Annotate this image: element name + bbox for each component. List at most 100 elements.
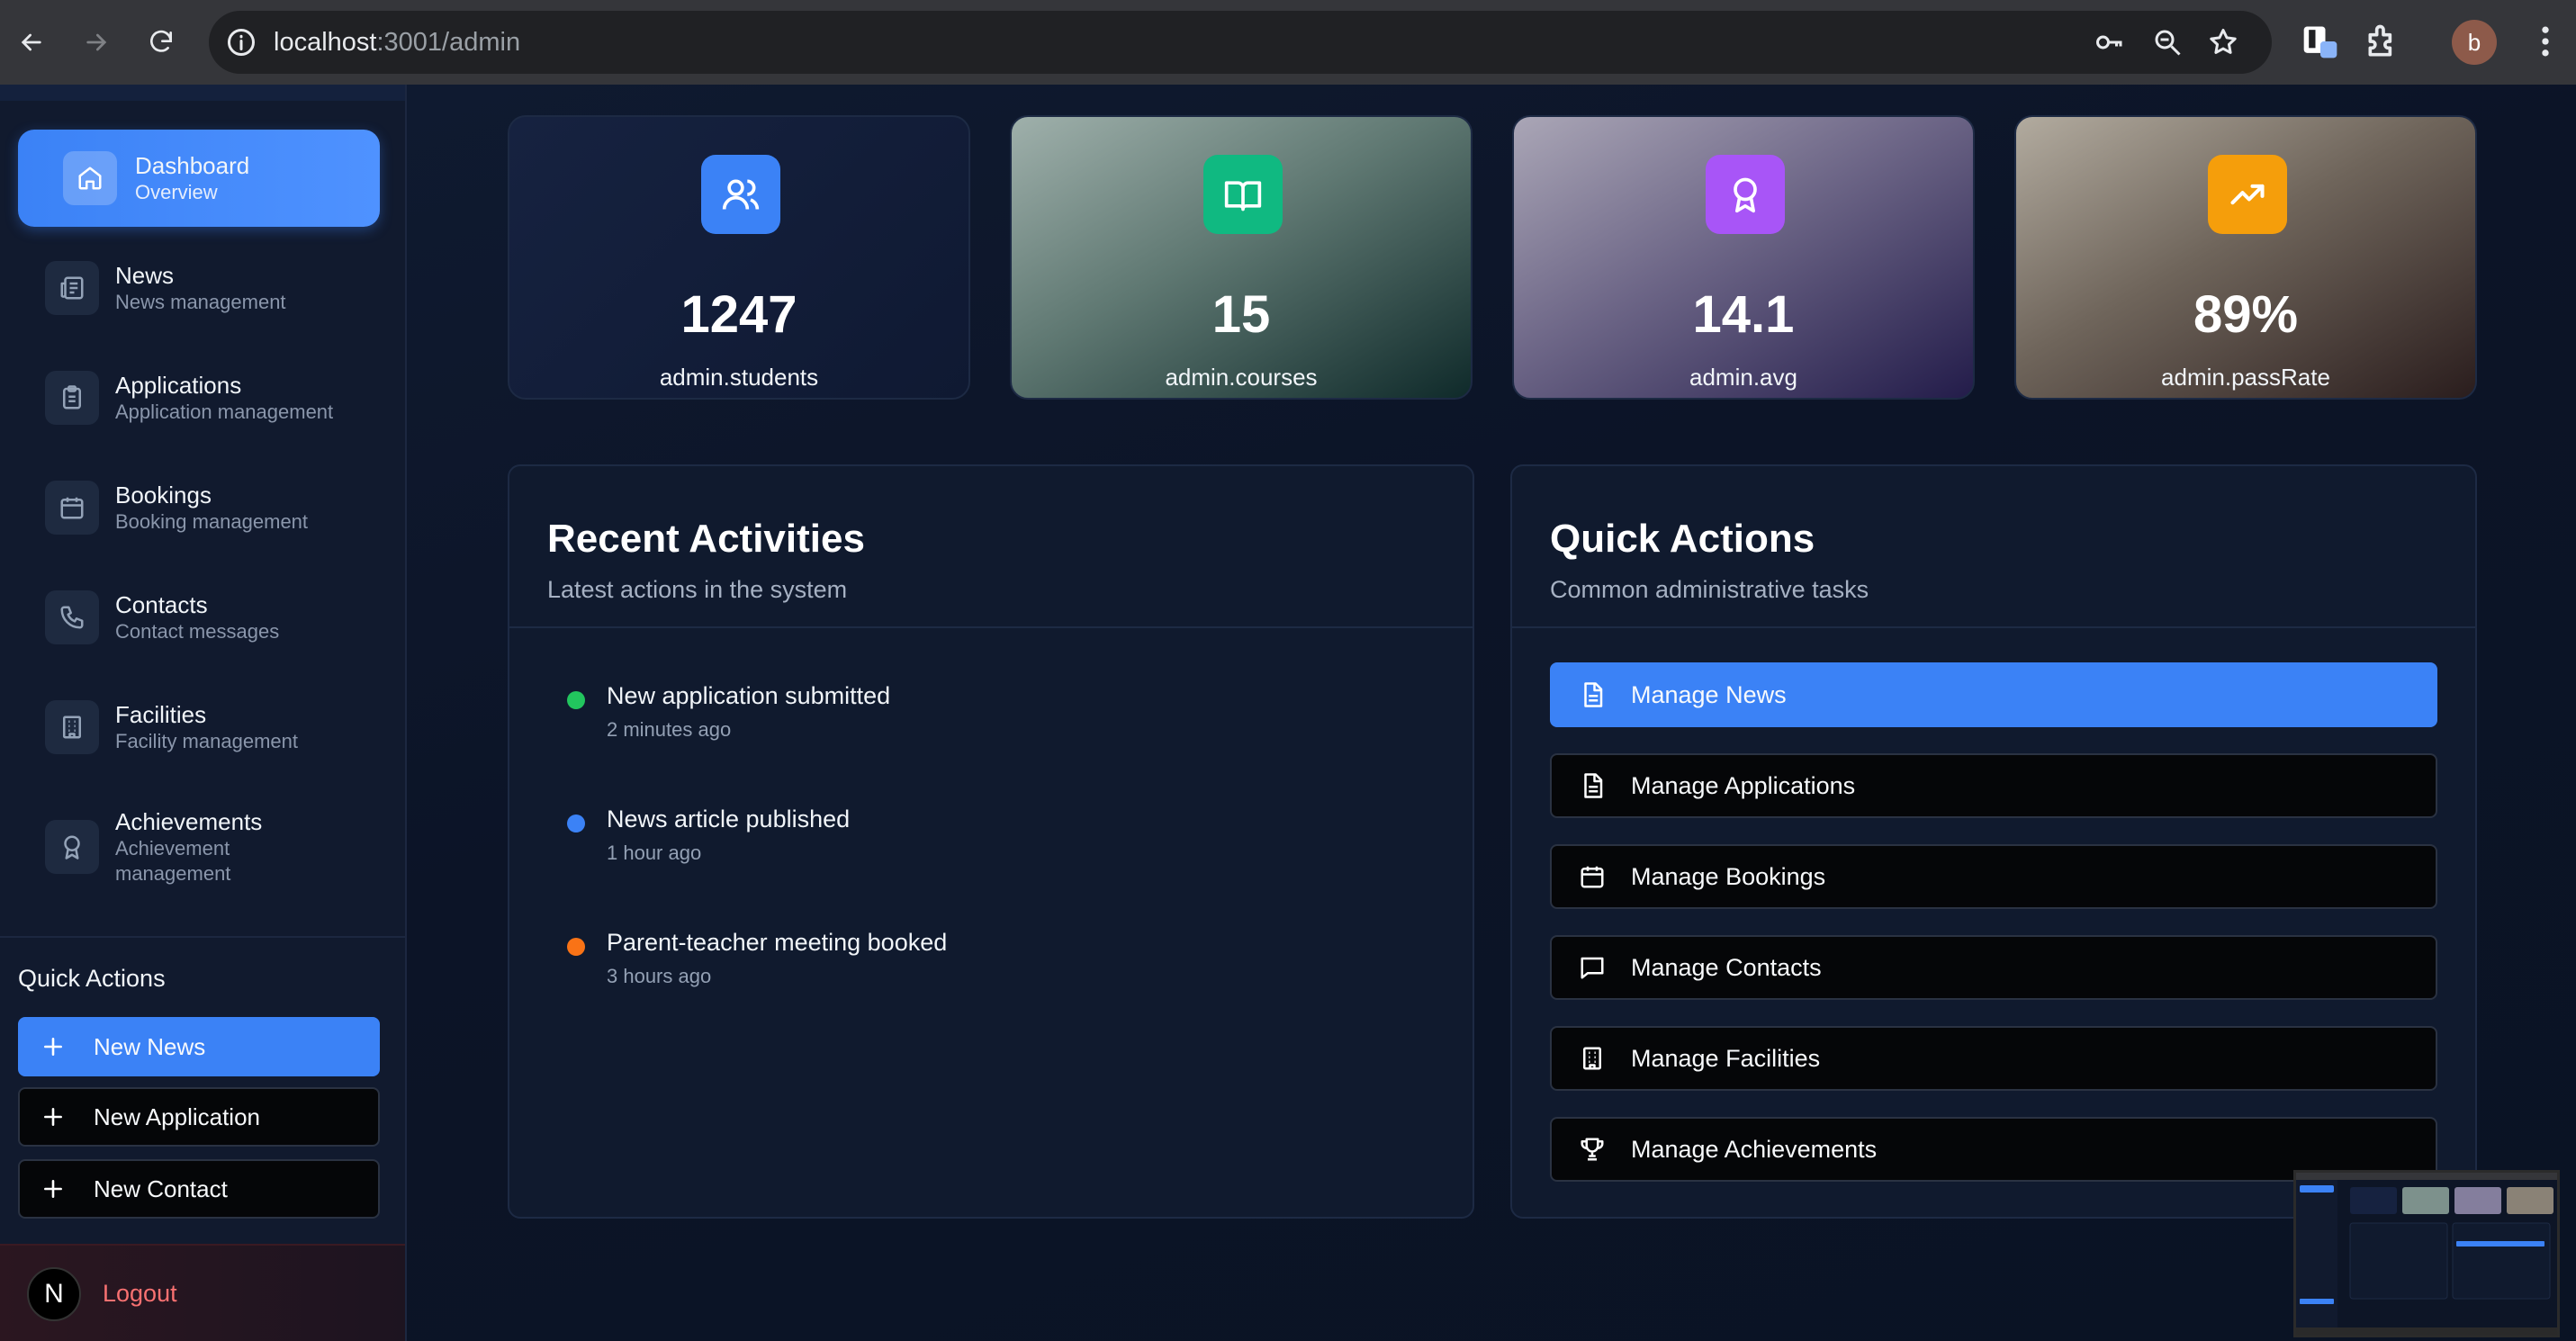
extensions-puzzle-icon[interactable]: [2364, 22, 2403, 61]
manage-contacts-button[interactable]: Manage Contacts: [1550, 935, 2437, 1000]
manage-applications-button[interactable]: Manage Applications: [1550, 753, 2437, 818]
sidebar-item-bookings[interactable]: Bookings Booking management: [18, 459, 380, 556]
main-content: 1247 admin.students 15 admin.courses 14.…: [407, 85, 2576, 1341]
new-contact-button[interactable]: New Contact: [18, 1159, 380, 1219]
profile-avatar[interactable]: b: [2452, 20, 2497, 65]
sidebar-item-applications[interactable]: Applications Application management: [18, 349, 380, 446]
extension-app-icon[interactable]: [2301, 22, 2340, 61]
stat-card-passrate: 89% admin.passRate: [2014, 115, 2477, 400]
stat-value: 1247: [680, 285, 797, 344]
sidebar-item-sub: Booking management: [115, 510, 309, 533]
sidebar-item-sub: Achievement: [115, 837, 230, 860]
award-icon: [45, 820, 99, 874]
forward-button[interactable]: [72, 18, 121, 67]
sidebar-item-label: News: [115, 262, 175, 289]
trending-up-icon: [2208, 155, 2287, 234]
sidebar-header-strip: [0, 85, 405, 101]
status-dot: [567, 938, 585, 956]
quick-actions-panel: Quick Actions Common administrative task…: [1510, 464, 2477, 1219]
reload-button[interactable]: [137, 18, 185, 67]
panel-subtitle: Latest actions in the system: [547, 576, 848, 603]
logout-label: Logout: [103, 1280, 177, 1307]
sidebar-item-sub: Contact messages: [115, 620, 280, 643]
sidebar-item-contacts[interactable]: Contacts Contact messages: [18, 569, 380, 666]
plus-icon: [44, 1108, 62, 1126]
stat-value: 89%: [2193, 285, 2299, 344]
sidebar-item-sub: Facility management: [115, 730, 298, 752]
building-icon: [1583, 1047, 1601, 1070]
screen-preview-thumbnail[interactable]: [2293, 1170, 2560, 1337]
avatar: N: [27, 1267, 81, 1321]
sidebar-item-label: Applications: [115, 372, 242, 399]
divider: [1512, 626, 2475, 628]
logout-button[interactable]: N Logout: [0, 1244, 405, 1341]
sidebar-item-label: Bookings: [115, 482, 212, 508]
panel-subtitle: Common administrative tasks: [1550, 576, 1869, 603]
sidebar-item-label: Facilities: [115, 701, 207, 728]
status-dot: [567, 814, 585, 832]
calendar-icon: [45, 481, 99, 535]
button-label: Manage Bookings: [1631, 862, 1826, 890]
stat-card-courses: 15 admin.courses: [1010, 115, 1473, 400]
url-text[interactable]: localhost:3001/admin: [274, 11, 520, 74]
activity-title: News article published: [607, 806, 851, 832]
trophy-icon: [1581, 1138, 1604, 1161]
file-text-icon: [1584, 773, 1603, 798]
stat-card-students: 1247 admin.students: [508, 115, 970, 400]
plus-icon: [44, 1038, 62, 1056]
sidebar-item-label: Achievements: [115, 808, 263, 835]
plus-icon: [44, 1180, 62, 1198]
address-bar[interactable]: localhost:3001/admin: [209, 11, 2272, 74]
divider: [509, 626, 1473, 628]
new-application-button[interactable]: New Application: [18, 1087, 380, 1147]
key-icon[interactable]: [2094, 26, 2126, 58]
activity-time: 1 hour ago: [607, 842, 702, 864]
browser-toolbar: localhost:3001/admin b: [0, 0, 2576, 85]
manage-facilities-button[interactable]: Manage Facilities: [1550, 1026, 2437, 1091]
home-icon: [63, 151, 117, 205]
bookmark-star-icon[interactable]: [2207, 26, 2239, 58]
button-label: Manage Applications: [1631, 771, 1856, 799]
zoom-icon[interactable]: [2151, 26, 2184, 58]
more-vertical-icon[interactable]: [2529, 22, 2562, 61]
stat-label: admin.passRate: [2161, 364, 2330, 391]
activity-time: 3 hours ago: [607, 965, 712, 987]
sidebar-item-facilities[interactable]: Facilities Facility management: [18, 679, 380, 776]
reload-icon: [150, 30, 172, 52]
preview-image: [2296, 1173, 2557, 1335]
phone-icon: [45, 590, 99, 644]
sidebar-item-dashboard[interactable]: Dashboard Overview: [18, 130, 380, 227]
sidebar-item-sub: News management: [115, 291, 286, 313]
button-label: New Application: [94, 1102, 260, 1130]
sidebar-item-news[interactable]: News News management: [18, 239, 380, 337]
status-dot: [567, 691, 585, 709]
url-path: :3001/admin: [376, 28, 521, 57]
manage-bookings-button[interactable]: Manage Bookings: [1550, 844, 2437, 909]
sidebar-item-achievements[interactable]: Achievements Achievement management: [18, 788, 380, 905]
stat-value: 15: [1211, 285, 1271, 344]
stat-card-avg: 14.1 admin.avg: [1512, 115, 1975, 400]
file-text-icon: [1584, 682, 1603, 707]
quick-actions-heading: Quick Actions: [18, 965, 166, 992]
site-info-icon[interactable]: [225, 26, 257, 58]
new-news-button[interactable]: New News: [18, 1017, 380, 1076]
stat-value: 14.1: [1692, 285, 1795, 344]
button-label: New Contact: [94, 1174, 228, 1202]
sidebar-item-sub: Overview: [135, 181, 218, 203]
recent-activities-panel: Recent Activities Latest actions in the …: [508, 464, 1474, 1219]
activity-title: New application submitted: [607, 682, 891, 709]
back-button[interactable]: [7, 18, 56, 67]
stat-label: admin.students: [659, 364, 819, 391]
sidebar-item-sub: management: [115, 862, 231, 885]
stat-label: admin.courses: [1165, 364, 1318, 391]
newspaper-icon: [45, 261, 99, 315]
panel-title: Recent Activities: [547, 517, 865, 561]
sidebar-item-label: Contacts: [115, 591, 208, 618]
building-icon: [45, 700, 99, 754]
award-icon: [1706, 155, 1785, 234]
activity-time: 2 minutes ago: [607, 718, 732, 741]
sidebar-item-sub: Application management: [115, 400, 334, 423]
stat-label: admin.avg: [1689, 364, 1797, 391]
button-label: Manage Contacts: [1631, 953, 1822, 981]
manage-news-button[interactable]: Manage News: [1550, 662, 2437, 727]
